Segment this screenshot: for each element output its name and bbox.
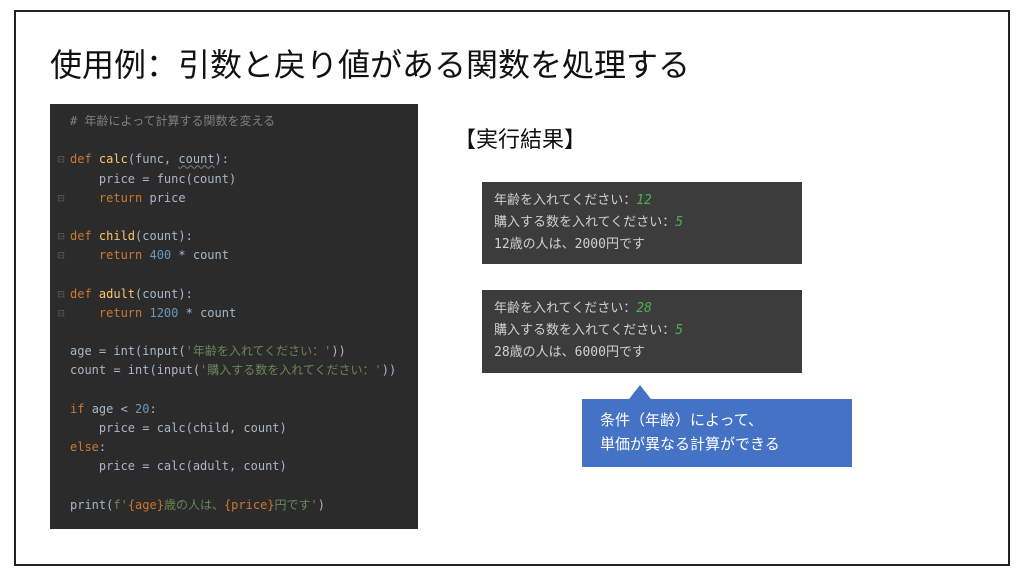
fstr-age: {age} [128, 498, 164, 512]
kw-return2: return [99, 248, 150, 262]
num-400: 400 [149, 248, 171, 262]
code-text: (count): [135, 287, 193, 301]
console-output: 12歳の人は、2000円です [494, 234, 790, 256]
kw-if: if [70, 402, 92, 416]
callout-box: 条件（年齢）によって、 単価が異なる計算ができる [582, 399, 852, 467]
fn-calc: calc [99, 152, 128, 166]
code-text: price [149, 191, 185, 205]
str-count-prompt: '購入する数を入れてください：' [200, 363, 382, 377]
prompt-text: 年齢を入れてください： [494, 301, 636, 316]
num-1200: 1200 [149, 306, 178, 320]
console-line: 購入する数を入れてください：5 [494, 320, 790, 342]
prompt-text: 購入する数を入れてください： [494, 215, 675, 230]
prompt-text: 年齢を入れてください： [494, 193, 636, 208]
console-run-2: 年齢を入れてください：28 購入する数を入れてください：5 28歳の人は、600… [482, 290, 802, 372]
str-f2: 歳の人は、 [164, 498, 224, 512]
code-text [70, 248, 99, 262]
fn-child: child [99, 229, 135, 243]
slide-frame: 使用例：引数と戻り値がある関数を処理する # 年齢によって計算する関数を変える … [14, 10, 1010, 566]
code-text: age = int(input( [70, 344, 186, 358]
num-20: 20 [135, 402, 149, 416]
right-column: 【実行結果】 年齢を入れてください：12 購入する数を入れてください：5 12歳… [452, 104, 974, 467]
kw-return1: return [99, 191, 150, 205]
console-line: 年齢を入れてください：28 [494, 298, 790, 320]
code-text: (count): [135, 229, 193, 243]
code-text: * count [171, 248, 229, 262]
code-text: : [150, 402, 157, 416]
kw-def2: def [70, 229, 99, 243]
code-text [70, 306, 99, 320]
prompt-text: 購入する数を入れてください： [494, 323, 675, 338]
result-heading: 【実行結果】 [454, 122, 974, 154]
console-run-1: 年齢を入れてください：12 購入する数を入れてください：5 12歳の人は、200… [482, 182, 802, 264]
code-text: )) [331, 344, 345, 358]
fstr-price: {price} [224, 498, 275, 512]
callout-line-1: 条件（年齢）によって、 [600, 409, 834, 433]
callout-arrow-icon [626, 385, 654, 403]
kw-else: else [70, 440, 99, 454]
input-value: 28 [636, 301, 652, 316]
input-value: 5 [675, 323, 683, 338]
code-text: count = int(input( [70, 363, 200, 377]
code-line: price = func(count) [70, 172, 236, 186]
console-output: 28歳の人は、6000円です [494, 342, 790, 364]
content-row: # 年齢によって計算する関数を変える ⊟def calc(func, count… [50, 104, 974, 529]
code-line: price = calc(adult, count) [70, 459, 287, 473]
input-value: 5 [675, 215, 683, 230]
kw-def3: def [70, 287, 99, 301]
code-text: : [99, 440, 106, 454]
callout-line-2: 単価が異なる計算ができる [600, 433, 834, 457]
str-f3: 円です' [275, 498, 318, 512]
code-text: (func, [128, 152, 179, 166]
code-text: print( [70, 498, 113, 512]
code-comment: # 年齢によって計算する関数を変える [70, 114, 275, 128]
str-age-prompt: '年齢を入れてください：' [186, 344, 332, 358]
kw-def1: def [70, 152, 99, 166]
code-editor: # 年齢によって計算する関数を変える ⊟def calc(func, count… [50, 104, 418, 529]
code-text: ): [215, 152, 229, 166]
param-count: count [178, 152, 214, 166]
slide-title: 使用例：引数と戻り値がある関数を処理する [50, 40, 974, 86]
console-line: 購入する数を入れてください：5 [494, 212, 790, 234]
code-text: age < [92, 402, 135, 416]
input-value: 12 [636, 193, 652, 208]
str-f1: f' [113, 498, 127, 512]
code-text: ) [318, 498, 325, 512]
kw-return3: return [99, 306, 150, 320]
code-text [70, 191, 99, 205]
console-line: 年齢を入れてください：12 [494, 190, 790, 212]
code-text: * count [178, 306, 236, 320]
callout-wrap: 条件（年齢）によって、 単価が異なる計算ができる [582, 399, 974, 467]
code-line: price = calc(child, count) [70, 421, 287, 435]
code-text: )) [382, 363, 396, 377]
fn-adult: adult [99, 287, 135, 301]
